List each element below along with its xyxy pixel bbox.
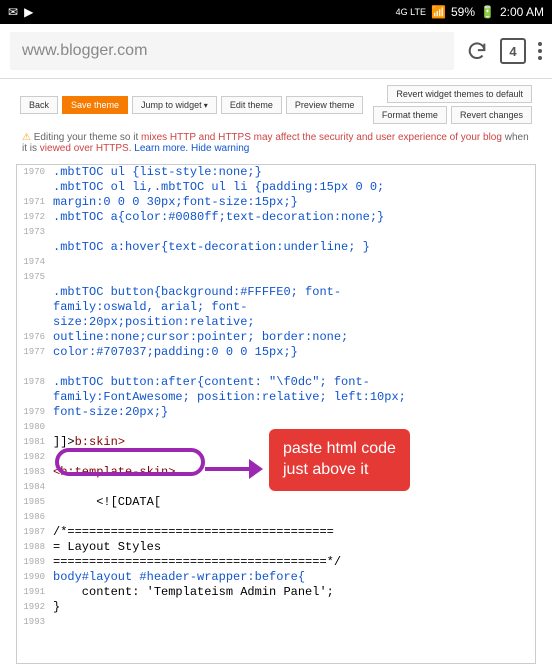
edit-theme-button[interactable]: Edit theme [221,96,282,114]
code-editor[interactable]: 1970 197119721973 19741975 19761977 1978… [16,164,536,664]
youtube-icon: ▶ [24,5,33,19]
network-indicator: 4G LTE [396,7,426,17]
warning-icon: ⚠ [22,132,31,143]
save-theme-button[interactable]: Save theme [62,96,128,114]
highlight-annotation [55,448,205,476]
revert-widget-button[interactable]: Revert widget themes to default [387,85,532,103]
format-theme-button[interactable]: Format theme [373,106,447,124]
tab-count-button[interactable]: 4 [500,38,526,64]
battery-level: 59% [451,5,475,19]
battery-icon: 🔋 [480,5,495,19]
signal-icon: 📶 [431,5,446,19]
warning-message: ⚠ Editing your theme so it mixes HTTP an… [0,128,552,158]
preview-theme-button[interactable]: Preview theme [286,96,364,114]
mail-icon: ✉ [8,5,18,19]
revert-changes-button[interactable]: Revert changes [451,106,532,124]
refresh-icon[interactable] [466,40,488,62]
learn-more-link[interactable]: Learn more. [134,143,188,154]
callout-annotation: paste html code just above it [269,429,410,491]
hide-warning-link[interactable]: Hide warning [191,143,249,154]
jump-to-widget-button[interactable]: Jump to widget [132,96,217,114]
arrow-annotation [205,459,265,479]
menu-icon[interactable] [538,42,542,60]
url-input[interactable] [10,32,454,70]
back-button[interactable]: Back [20,96,58,114]
clock: 2:00 AM [500,5,544,19]
